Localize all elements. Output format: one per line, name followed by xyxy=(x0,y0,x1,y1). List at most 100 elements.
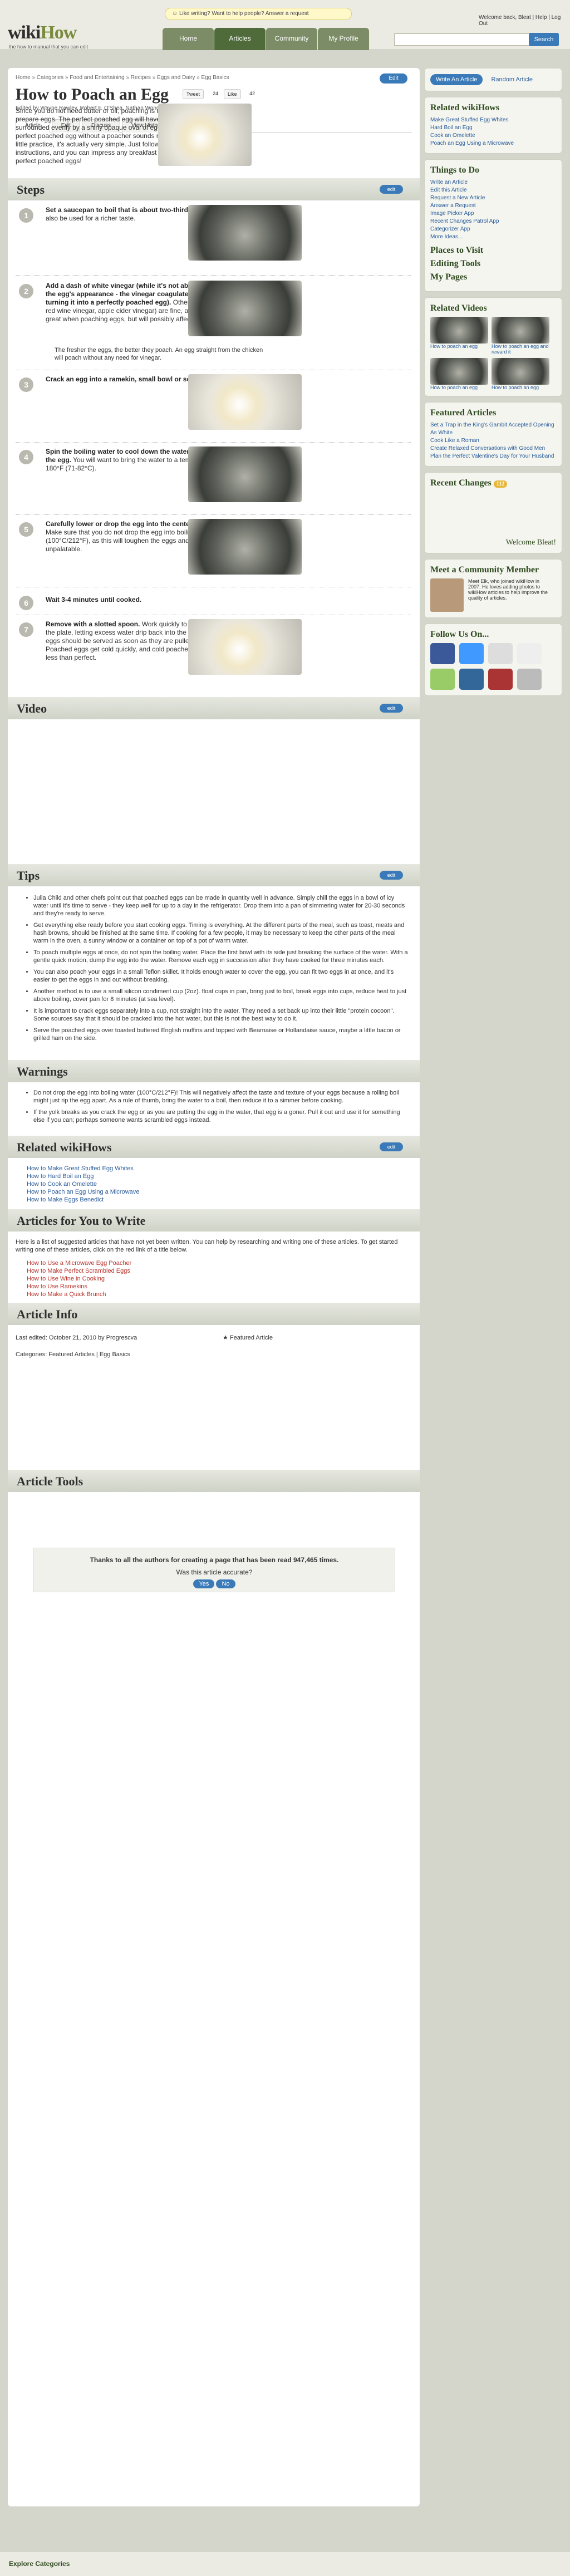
todo-link[interactable]: Answer a Request xyxy=(430,202,556,210)
steps-edit-button[interactable]: edit xyxy=(380,185,403,194)
write-link[interactable]: How to Make Perfect Scrambled Eggs xyxy=(27,1267,411,1275)
todo-link[interactable]: More Ideas... xyxy=(430,233,556,241)
sidebar-related-link[interactable]: Cook an Omelette xyxy=(430,132,556,140)
search-input[interactable] xyxy=(394,33,530,46)
featured-link[interactable]: Plan the Perfect Valentine's Day for You… xyxy=(430,453,556,460)
related-edit-button[interactable]: edit xyxy=(380,1142,403,1151)
write-link[interactable]: How to Use a Microwave Egg Poacher xyxy=(27,1259,411,1267)
warning-item: If the yolk breaks as you crack the egg … xyxy=(33,1108,411,1124)
stumbleupon-icon[interactable] xyxy=(430,669,455,690)
step-1: 1 Set a saucepan to boil that is about tw… xyxy=(16,205,411,266)
todo-link[interactable]: Request a New Article xyxy=(430,194,556,202)
edit-article-button[interactable]: Edit xyxy=(380,73,407,84)
search-button[interactable]: Search xyxy=(529,33,559,46)
video-thumb[interactable]: How to poach an egg xyxy=(430,358,488,390)
featured-link[interactable]: Create Relaxed Conversations with Good M… xyxy=(430,445,556,453)
video-thumb[interactable]: How to poach an egg xyxy=(430,317,488,355)
like-button[interactable]: Like xyxy=(224,89,241,99)
sidebar-todo: Things to Do Write an Article Edit this Ar… xyxy=(424,159,562,292)
featured-link[interactable]: Set a Trap in the King's Gambit Accepted… xyxy=(430,421,556,437)
related-list: How to Make Great Stuffed Egg Whites How … xyxy=(27,1165,411,1204)
steps-header: Steps edit xyxy=(8,178,420,200)
step-2-tip: The fresher the eggs, the better they po… xyxy=(55,347,263,361)
video-edit-button[interactable]: edit xyxy=(380,704,403,713)
my-pages[interactable]: My Pages xyxy=(430,272,556,282)
write-intro: Here is a list of suggested articles tha… xyxy=(16,1239,398,1253)
todo-link[interactable]: Recent Changes Patrol App xyxy=(430,218,556,225)
breadcrumb[interactable]: Home » Categories » Food and Entertainin… xyxy=(8,68,420,81)
write-link[interactable]: How to Use Ramekins xyxy=(27,1283,411,1291)
write-list: How to Use a Microwave Egg Poacher How to… xyxy=(27,1259,411,1298)
twitter-icon[interactable] xyxy=(459,643,484,664)
sidebar-related-link[interactable]: Make Great Stuffed Egg Whites xyxy=(430,116,556,124)
site-header: ☺ Like writing? Want to help people? Ans… xyxy=(0,0,570,50)
step-2-photo xyxy=(188,281,302,336)
places-to-visit[interactable]: Places to Visit xyxy=(430,246,556,256)
nav-community[interactable]: Community xyxy=(266,28,317,50)
related-link[interactable]: How to Poach an Egg Using a Microwave xyxy=(27,1188,411,1196)
yes-button[interactable]: Yes xyxy=(193,1579,215,1588)
related-link[interactable]: How to Cook an Omelette xyxy=(27,1180,411,1188)
tip-item: Get everything else ready before you sta… xyxy=(33,921,411,945)
step-1-photo xyxy=(188,205,302,261)
todo-link[interactable]: Write an Article xyxy=(430,179,556,187)
tips-edit-button[interactable]: edit xyxy=(380,871,403,880)
welcome-back: Welcome Bleat! xyxy=(505,538,556,547)
write-article-button[interactable]: Write An Article xyxy=(430,74,483,85)
welcome-links[interactable]: Welcome back, Bleat | Help | Log Out xyxy=(479,14,570,27)
todo-link[interactable]: Categorizer App xyxy=(430,225,556,233)
avatar xyxy=(430,578,464,612)
video-header: Video edit xyxy=(8,697,420,719)
site-footer: Explore Categories xyxy=(0,2552,570,2576)
tips-list: Julia Child and other chefs point out th… xyxy=(27,894,411,1046)
info-header: Article Info xyxy=(8,1303,420,1325)
wikihow-logo[interactable]: wikiHow xyxy=(8,22,77,43)
related-link[interactable]: How to Make Eggs Benedict xyxy=(27,1196,411,1204)
no-button[interactable]: No xyxy=(216,1579,235,1588)
google-icon[interactable] xyxy=(488,643,513,664)
tip-item: To poach multiple eggs at once, do not s… xyxy=(33,949,411,964)
youtube-icon[interactable] xyxy=(488,669,513,690)
nav-profile[interactable]: My Profile xyxy=(318,28,369,50)
tweet-button[interactable]: Tweet xyxy=(183,89,204,99)
step-2: 2 Add a dash of white vinegar (while it's… xyxy=(16,281,411,364)
todo-link[interactable]: Image Picker App xyxy=(430,210,556,218)
related-link[interactable]: How to Make Great Stuffed Egg Whites xyxy=(27,1165,411,1172)
tip-item: Serve the poached eggs over toasted butt… xyxy=(33,1027,411,1042)
warnings-header: Warnings xyxy=(8,1060,420,1082)
step-6: 6 Wait 3-4 minutes until cooked. xyxy=(16,592,411,610)
random-article-link[interactable]: Random Article xyxy=(491,76,533,83)
divider xyxy=(16,442,411,443)
step-4-photo xyxy=(188,446,302,502)
tweet-count: 24 xyxy=(213,91,219,96)
tip-item: Julia Child and other chefs point out th… xyxy=(33,894,411,917)
step-3: 3 Crack an egg into a ramekin, small bowl… xyxy=(16,374,411,435)
video-thumb[interactable]: How to poach an egg xyxy=(492,358,549,390)
write-link[interactable]: How to Use Wine in Cooking xyxy=(27,1275,411,1283)
notice-banner[interactable]: ☺ Like writing? Want to help people? Ans… xyxy=(165,8,352,20)
step-7-photo xyxy=(188,619,302,675)
sidebar-related-link[interactable]: Poach an Egg Using a Microwave xyxy=(430,140,556,148)
digg-icon[interactable] xyxy=(459,669,484,690)
nav-articles[interactable]: Articles xyxy=(214,28,266,50)
step-5: 5 Carefully lower or drop the egg into th… xyxy=(16,519,411,580)
lightbulb-icon: ☺ xyxy=(172,11,179,17)
intro-photo xyxy=(158,104,252,166)
facebook-icon[interactable] xyxy=(430,643,455,664)
star-icon: ★ xyxy=(223,1334,230,1341)
editing-tools[interactable]: Editing Tools xyxy=(430,259,556,269)
accuracy-question: Was this article accurate? xyxy=(176,1568,253,1576)
sidebar-related: Related wikiHows Make Great Stuffed Egg W… xyxy=(424,97,562,154)
todo-link[interactable]: Edit this Article xyxy=(430,187,556,194)
nav-home[interactable]: Home xyxy=(163,28,214,50)
sidebar-related-link[interactable]: Hard Boil an Egg xyxy=(430,124,556,132)
warning-item: Do not drop the egg into boiling water (… xyxy=(33,1089,411,1105)
rss-icon[interactable] xyxy=(517,643,542,664)
divider xyxy=(16,275,411,276)
featured-link[interactable]: Cook Like a Roman xyxy=(430,437,556,445)
write-link[interactable]: How to Make a Quick Brunch xyxy=(27,1291,411,1298)
video-thumb[interactable]: How to poach an egg and reward it xyxy=(492,317,549,355)
mobile-icon[interactable] xyxy=(517,669,542,690)
related-link[interactable]: How to Hard Boil an Egg xyxy=(27,1172,411,1180)
categories[interactable]: Categories: Featured Articles | Egg Basi… xyxy=(16,1351,400,1358)
